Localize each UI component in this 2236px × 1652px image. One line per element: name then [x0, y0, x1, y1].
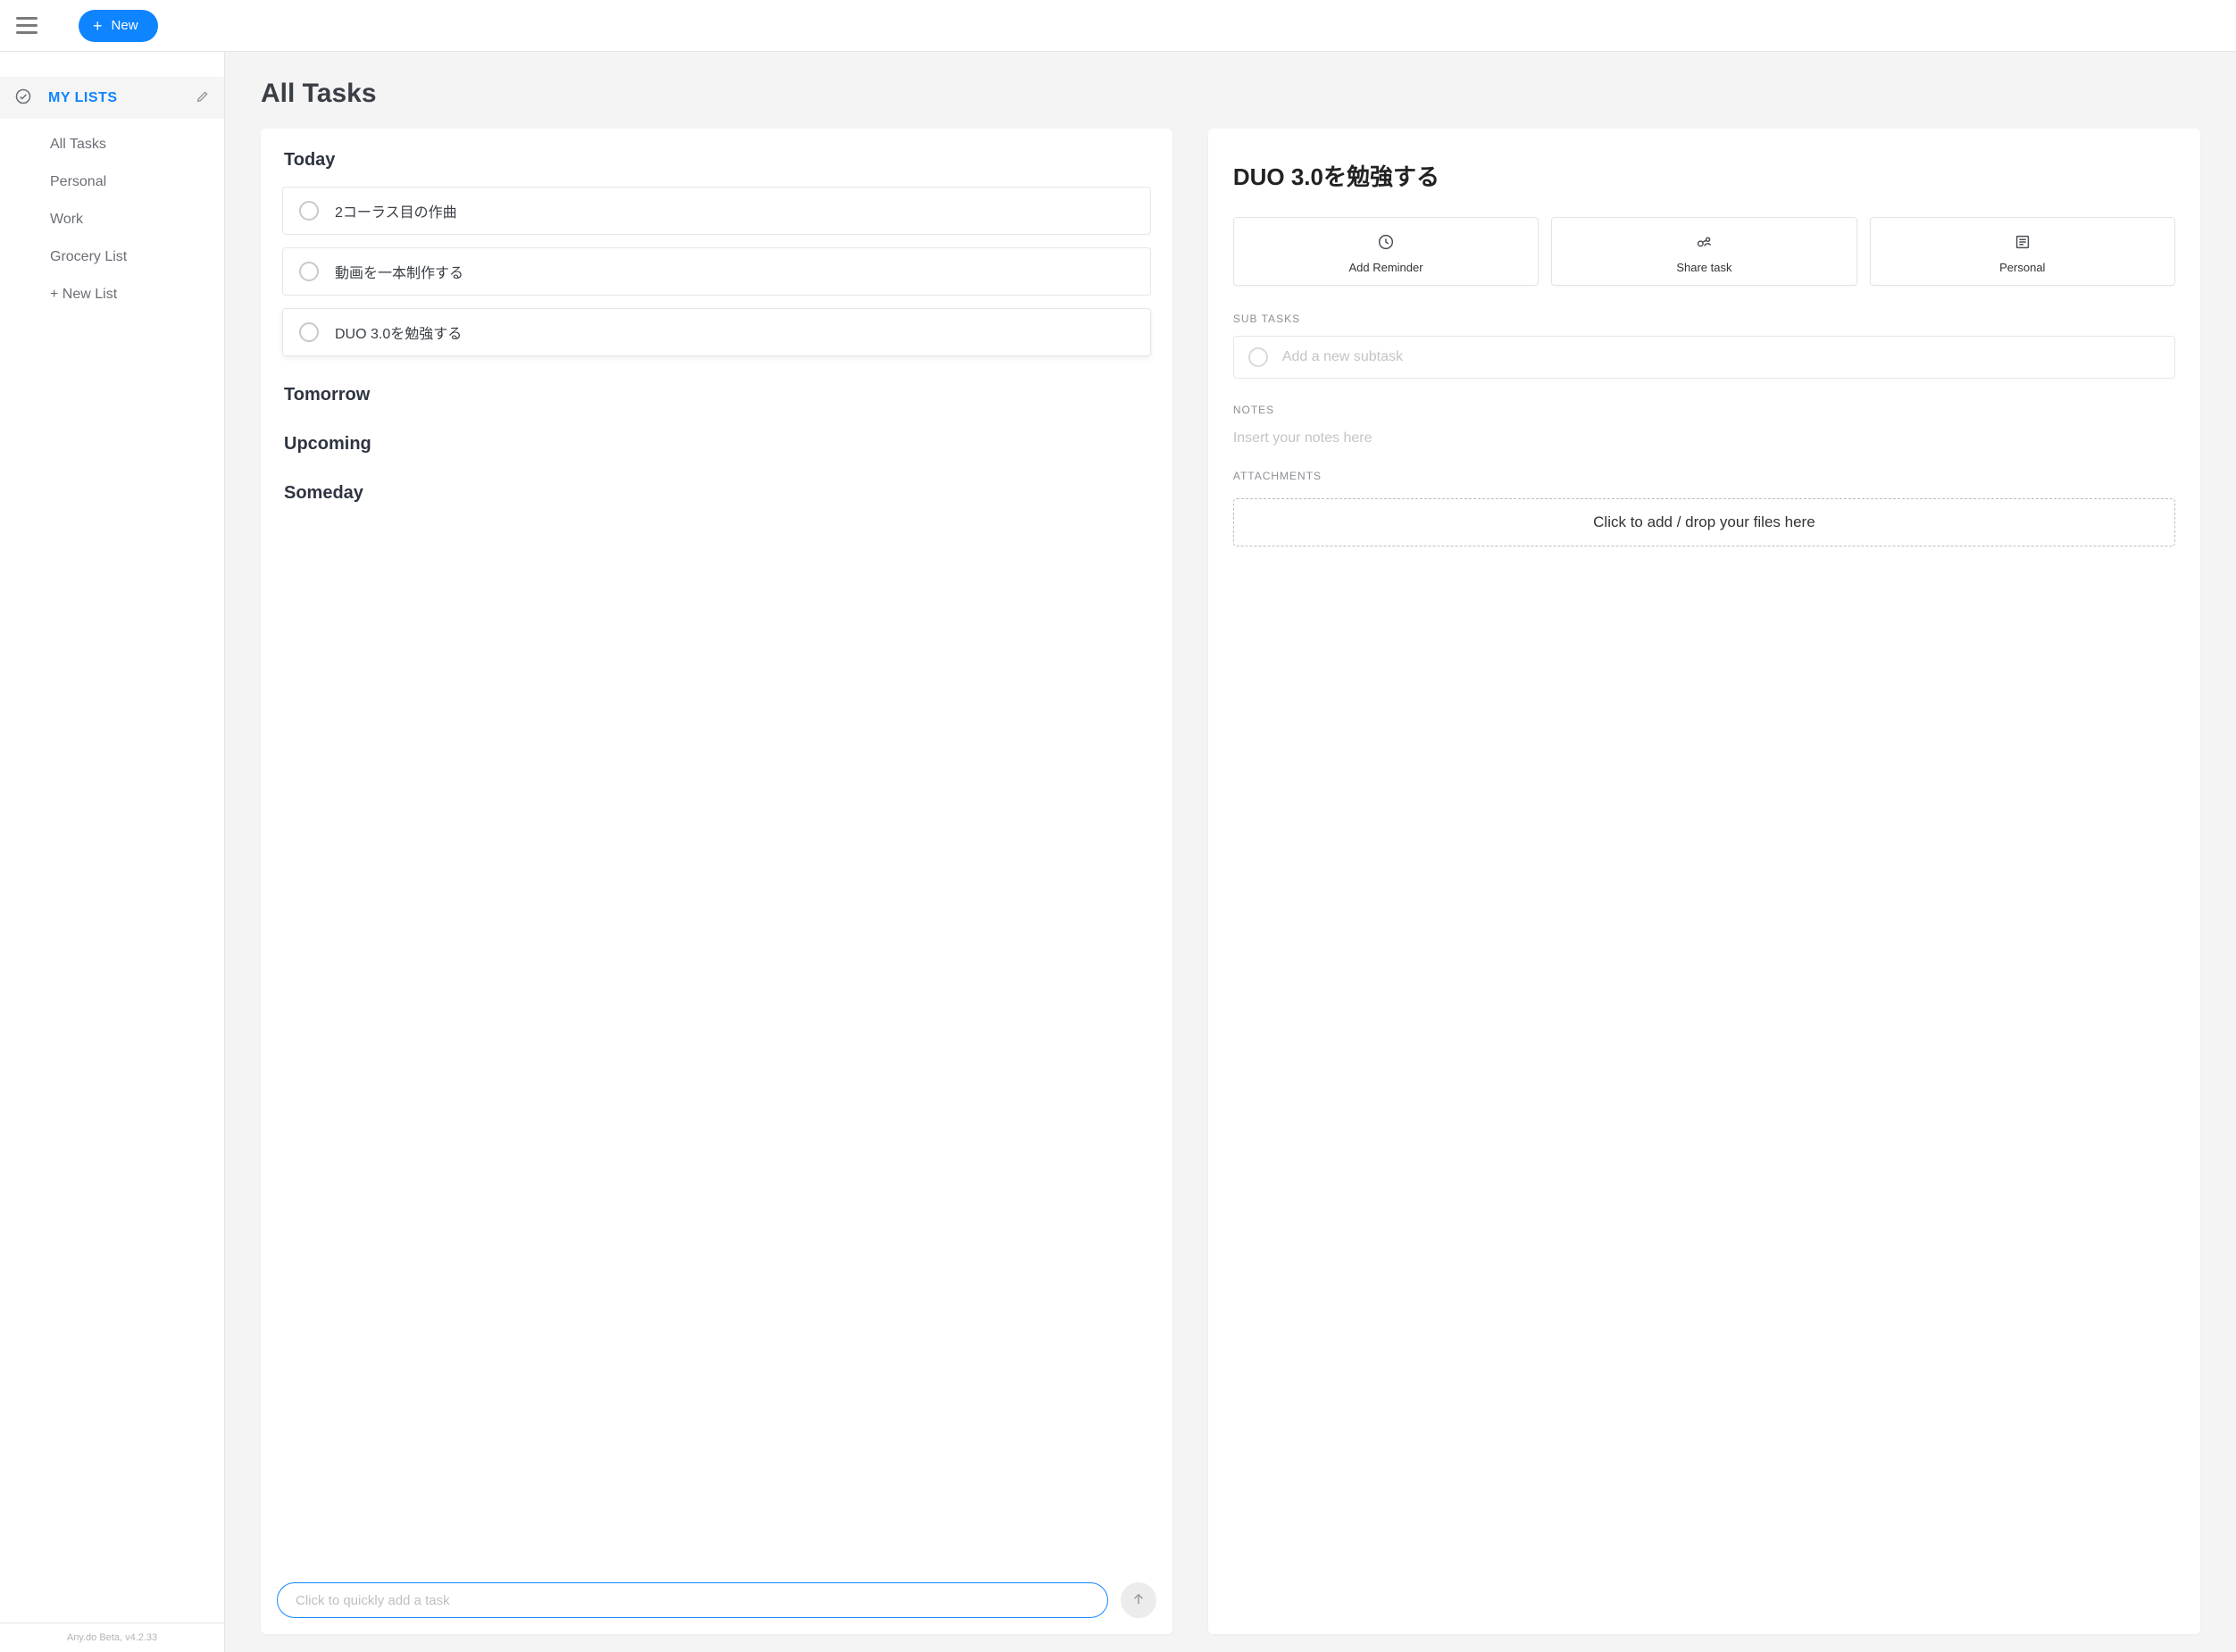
- action-label: Personal: [1878, 261, 2167, 274]
- new-button[interactable]: + New: [79, 10, 158, 42]
- pencil-icon[interactable]: [196, 89, 210, 106]
- task-row[interactable]: 2コーラス目の作曲: [282, 187, 1151, 235]
- quick-add-input[interactable]: [277, 1582, 1108, 1618]
- sidebar-item-label: All Tasks: [50, 137, 106, 152]
- subtasks-heading: SUB TASKS: [1233, 313, 2175, 325]
- menu-icon[interactable]: [16, 13, 43, 39]
- sidebar-item-grocery[interactable]: Grocery List: [0, 238, 224, 276]
- section-today: Today: [284, 150, 1151, 171]
- sidebar-header[interactable]: MY LISTS: [0, 77, 224, 119]
- sidebar-footer: Any.do Beta, v4.2.33: [0, 1623, 224, 1652]
- add-reminder-button[interactable]: Add Reminder: [1233, 217, 1539, 286]
- sidebar-header-title: MY LISTS: [48, 90, 196, 106]
- task-label: DUO 3.0を勉強する: [335, 321, 462, 343]
- subtask-checkbox[interactable]: [1248, 347, 1268, 367]
- sidebar-item-label: Grocery List: [50, 249, 127, 264]
- share-icon: [1559, 230, 1848, 254]
- task-label: 動画を一本制作する: [335, 261, 463, 282]
- notes-heading: NOTES: [1233, 404, 2175, 416]
- list-icon: [1878, 230, 2167, 254]
- share-task-button[interactable]: Share task: [1551, 217, 1856, 286]
- task-checkbox[interactable]: [299, 322, 319, 342]
- task-row[interactable]: DUO 3.0を勉強する: [282, 308, 1151, 356]
- task-checkbox[interactable]: [299, 262, 319, 281]
- task-label: 2コーラス目の作曲: [335, 200, 457, 221]
- sidebar: MY LISTS All Tasks Personal Work Grocery…: [0, 52, 225, 1652]
- sidebar-item-all-tasks[interactable]: All Tasks: [0, 126, 224, 163]
- attachments-dropzone[interactable]: Click to add / drop your files here: [1233, 498, 2175, 546]
- attachments-heading: ATTACHMENTS: [1233, 470, 2175, 482]
- sidebar-item-new-list[interactable]: + New List: [0, 276, 224, 313]
- subtask-input-row[interactable]: [1233, 336, 2175, 379]
- page-title: All Tasks: [261, 79, 2200, 109]
- notes-input[interactable]: Insert your notes here: [1233, 430, 2175, 446]
- arrow-up-icon: [1131, 1591, 1147, 1610]
- quick-add-bar: [261, 1570, 1172, 1634]
- plus-icon: +: [93, 18, 103, 34]
- section-upcoming: Upcoming: [284, 434, 1151, 455]
- section-tomorrow: Tomorrow: [284, 385, 1151, 405]
- sidebar-item-label: + New List: [50, 287, 117, 302]
- sidebar-item-label: Work: [50, 212, 83, 227]
- task-row[interactable]: 動画を一本制作する: [282, 247, 1151, 296]
- task-checkbox[interactable]: [299, 201, 319, 221]
- sidebar-item-label: Personal: [50, 174, 106, 189]
- detail-title: DUO 3.0を勉強する: [1233, 159, 2175, 192]
- sidebar-item-work[interactable]: Work: [0, 201, 224, 238]
- subtask-input[interactable]: [1282, 349, 2160, 365]
- task-detail-panel: DUO 3.0を勉強する Add Reminder S: [1208, 129, 2200, 1634]
- clock-icon: [1241, 230, 1531, 254]
- tasks-panel: Today 2コーラス目の作曲 動画を一本制作する DUO 3.0を勉強する T…: [261, 129, 1172, 1634]
- quick-add-submit-button[interactable]: [1121, 1582, 1156, 1618]
- new-button-label: New: [112, 18, 138, 33]
- action-label: Share task: [1559, 261, 1848, 274]
- main: All Tasks Today 2コーラス目の作曲 動画を一本制作する: [225, 52, 2236, 1652]
- sidebar-item-personal[interactable]: Personal: [0, 163, 224, 201]
- topbar: + New: [0, 0, 2236, 52]
- action-label: Add Reminder: [1241, 261, 1531, 274]
- list-selector-button[interactable]: Personal: [1870, 217, 2175, 286]
- check-circle-icon: [14, 88, 32, 108]
- section-someday: Someday: [284, 483, 1151, 504]
